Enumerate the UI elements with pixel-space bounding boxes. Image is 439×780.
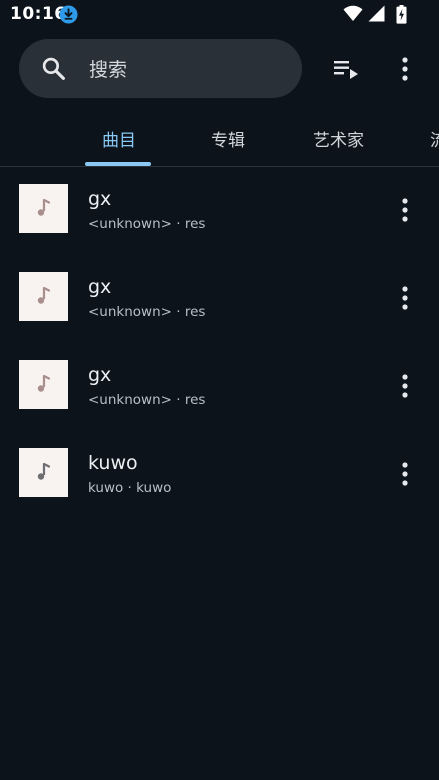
album-art xyxy=(19,184,68,233)
more-vert-icon[interactable] xyxy=(393,372,417,400)
search-icon xyxy=(42,57,65,80)
more-vert-icon[interactable] xyxy=(393,460,417,488)
status-bar: 10:16 xyxy=(0,0,439,30)
song-row[interactable]: gx <unknown> · res xyxy=(0,254,439,342)
song-title: gx xyxy=(88,364,112,386)
song-subtitle: kuwo · kuwo xyxy=(88,480,172,496)
tab-albums[interactable]: 专辑 xyxy=(211,126,245,151)
more-vert-icon[interactable] xyxy=(393,196,417,224)
album-art xyxy=(19,272,68,321)
search-bar[interactable]: 搜索 xyxy=(19,39,302,98)
song-row[interactable]: gx <unknown> · res xyxy=(0,342,439,430)
music-note-icon xyxy=(37,286,51,304)
song-subtitle: <unknown> · res xyxy=(88,392,206,408)
album-art xyxy=(19,360,68,409)
wifi-icon xyxy=(343,5,363,21)
album-art xyxy=(19,448,68,497)
more-vert-icon[interactable] xyxy=(393,284,417,312)
playlist-play-icon[interactable] xyxy=(330,55,362,83)
tab-streams[interactable]: 流 xyxy=(430,126,439,151)
cell-signal-icon xyxy=(368,5,385,22)
battery-charging-icon xyxy=(396,5,407,24)
music-note-icon xyxy=(37,198,51,216)
music-note-icon xyxy=(37,462,51,480)
song-subtitle: <unknown> · res xyxy=(88,304,206,320)
tab-bar: 曲目 专辑 艺术家 流 xyxy=(0,106,439,167)
download-badge-icon xyxy=(59,5,78,24)
music-note-icon xyxy=(37,374,51,392)
more-vert-icon[interactable] xyxy=(393,54,417,84)
song-row[interactable]: gx <unknown> · res xyxy=(0,166,439,254)
song-title: gx xyxy=(88,276,112,298)
tab-tracks[interactable]: 曲目 xyxy=(102,126,136,151)
song-title: kuwo xyxy=(88,452,138,474)
song-row[interactable]: kuwo kuwo · kuwo xyxy=(0,430,439,518)
song-title: gx xyxy=(88,188,112,210)
song-subtitle: <unknown> · res xyxy=(88,216,206,232)
search-placeholder[interactable]: 搜索 xyxy=(89,55,127,82)
tab-artists[interactable]: 艺术家 xyxy=(313,126,364,151)
